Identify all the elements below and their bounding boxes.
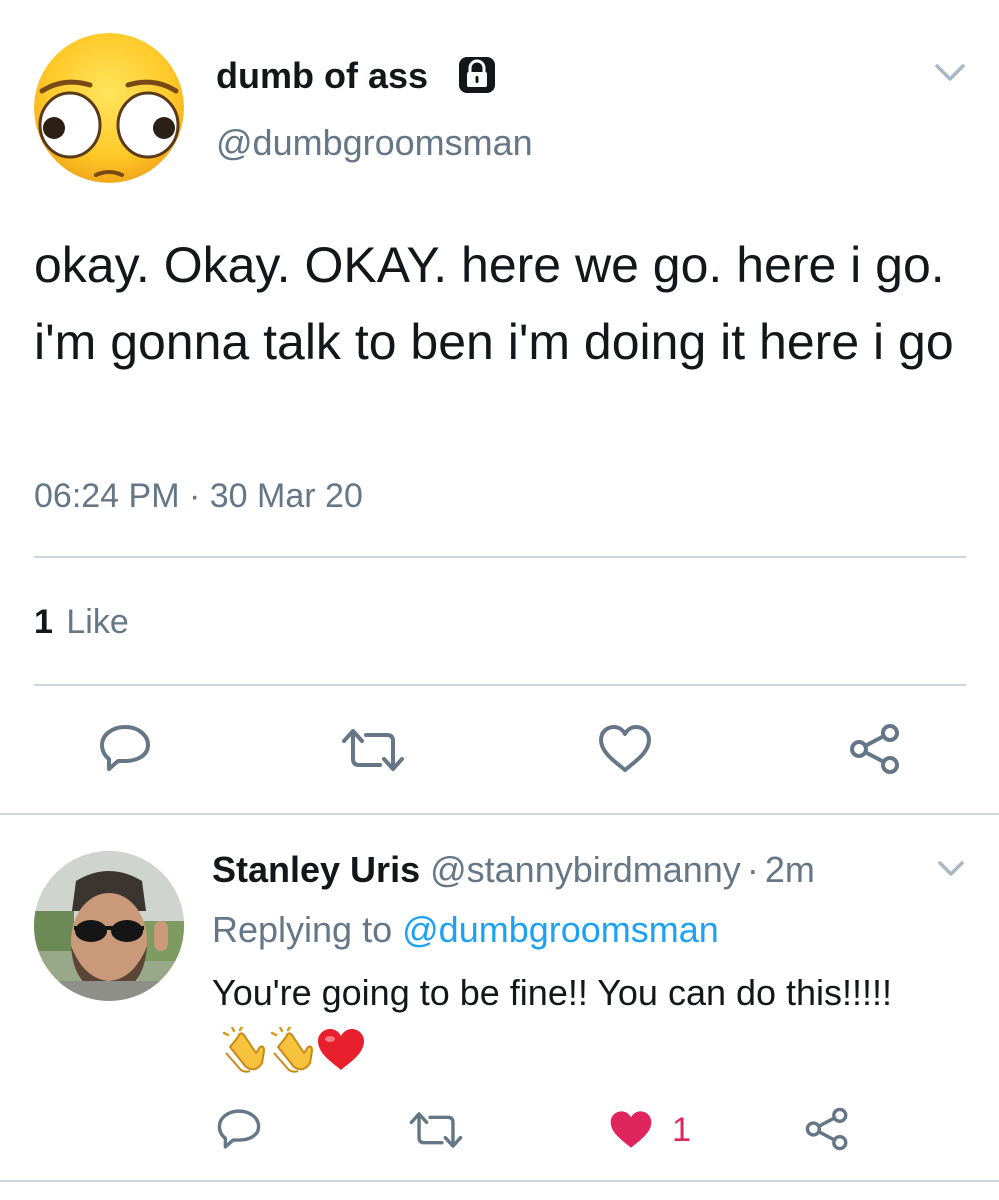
reply-header-separator: · xyxy=(746,849,759,890)
reply-chevron-down-icon[interactable] xyxy=(936,858,966,880)
reply-display-name[interactable]: Stanley Uris xyxy=(212,849,420,890)
main-tweet-display-name[interactable]: dumb of ass xyxy=(216,54,428,98)
tweet-time: 06:24 PM xyxy=(34,477,180,515)
divider xyxy=(34,684,966,686)
heart-icon[interactable] xyxy=(597,723,653,775)
reply-avatar[interactable] xyxy=(34,851,184,1001)
chevron-down-icon[interactable] xyxy=(933,60,967,84)
divider xyxy=(34,556,966,558)
reply-icon[interactable] xyxy=(98,723,152,773)
retweet-icon[interactable] xyxy=(340,727,406,773)
replying-to-handle[interactable]: @dumbgroomsman xyxy=(402,909,719,950)
clapping-hands-emoji xyxy=(268,1025,316,1090)
reply-header: Stanley Uris @stannybirdmanny · 2m xyxy=(212,848,815,892)
share-icon[interactable] xyxy=(847,722,903,776)
reply-text-block: You're going to be fine!! You can do thi… xyxy=(212,964,912,1090)
lock-icon xyxy=(457,55,497,95)
tweet-date: 30 Mar 20 xyxy=(209,477,363,515)
reply-text: You're going to be fine!! You can do thi… xyxy=(212,972,893,1013)
reply-handle[interactable]: @stannybirdmanny xyxy=(430,849,741,890)
divider xyxy=(0,813,999,815)
likes-label: Like xyxy=(66,603,129,641)
main-tweet-timestamp: 06:24 PM · 30 Mar 20 xyxy=(34,474,363,518)
divider xyxy=(0,1180,999,1182)
reply-age: 2m xyxy=(764,849,815,890)
likes-summary[interactable]: 1 Like xyxy=(34,600,129,644)
reply-retweet-icon[interactable] xyxy=(408,1110,464,1150)
replying-to-label: Replying to xyxy=(212,909,393,950)
reply-liked-heart-icon[interactable] xyxy=(607,1108,655,1152)
clapping-hands-emoji xyxy=(220,1025,268,1090)
reply-reply-icon[interactable] xyxy=(216,1107,262,1151)
reply-like-count: 1 xyxy=(672,1111,691,1149)
profile-photo xyxy=(34,851,184,1001)
flushed-face-emoji xyxy=(34,33,184,183)
main-tweet-text: okay. Okay. OKAY. here we go. here i go.… xyxy=(34,237,954,370)
reply-share-icon[interactable] xyxy=(803,1106,851,1152)
likes-count: 1 xyxy=(34,603,53,641)
main-tweet-handle[interactable]: @dumbgroomsman xyxy=(216,121,533,165)
replying-to: Replying to @dumbgroomsman xyxy=(212,908,719,952)
timestamp-separator: · xyxy=(188,477,201,515)
red-heart-emoji xyxy=(316,1027,366,1090)
main-tweet-avatar[interactable] xyxy=(34,33,184,183)
